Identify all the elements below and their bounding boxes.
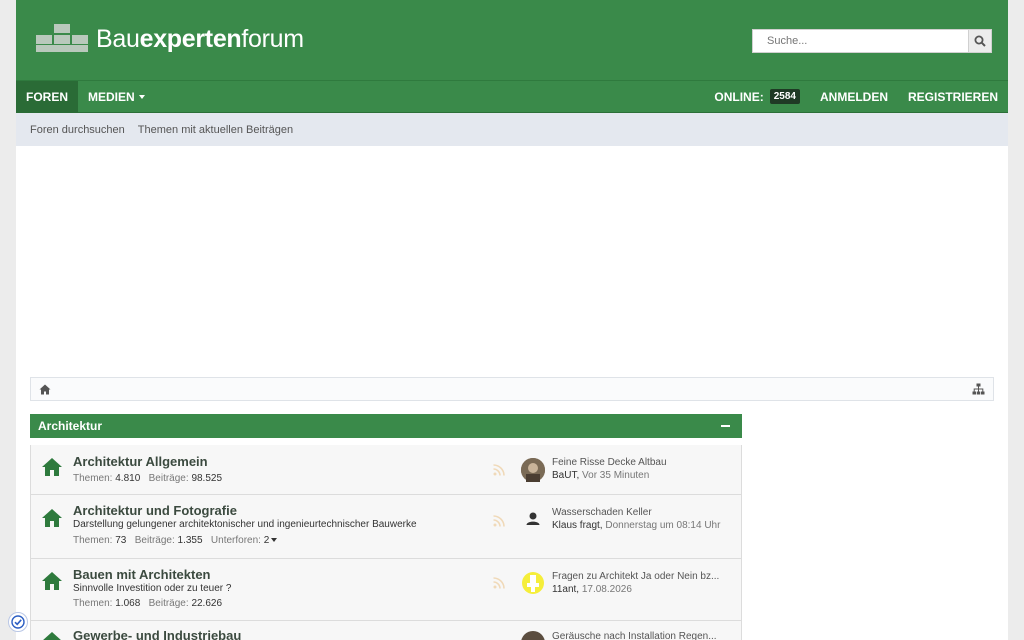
- nav-tab-foren-label: Foren: [26, 89, 68, 104]
- user-icon[interactable]: [521, 507, 545, 531]
- forum-list: Architektur Allgemein Themen: 4.810 Beit…: [30, 445, 742, 640]
- last-post-title[interactable]: Feine Risse Decke Altbau: [552, 457, 732, 468]
- collapse-icon[interactable]: [721, 425, 730, 427]
- stat-value: 22.626: [191, 598, 223, 609]
- stat-label: Beiträge:: [134, 535, 175, 546]
- forum-house-icon: [43, 632, 61, 640]
- site-logo[interactable]: Bauexpertenforum: [36, 24, 304, 54]
- forum-row: Architektur Allgemein Themen: 4.810 Beit…: [31, 445, 741, 495]
- chevron-down-icon[interactable]: [271, 538, 278, 543]
- forum-row: Architektur und Fotografie Darstellung g…: [31, 495, 741, 559]
- forum-title[interactable]: Architektur Allgemein: [73, 454, 208, 469]
- sub-nav: Foren durchsuchen Themen mit aktuellen B…: [16, 113, 1008, 146]
- forum-stats: Themen: 4.810 Beiträge: 98.525: [73, 473, 222, 484]
- search-input[interactable]: [752, 29, 968, 53]
- nav-tab-medien[interactable]: Medien: [78, 81, 155, 113]
- stat-value: 2: [263, 535, 270, 546]
- search-form: [752, 29, 992, 53]
- last-post-user[interactable]: Klaus fragt,: [552, 520, 603, 531]
- category-header: Architektur: [30, 414, 742, 438]
- category-architektur: Architektur Architektur Allgemein Themen…: [30, 414, 742, 640]
- logo-text-pre: Bau: [96, 24, 140, 53]
- rss-icon[interactable]: [493, 464, 505, 476]
- last-post-title[interactable]: Wasserschaden Keller: [552, 507, 732, 518]
- forum-description: Sinnvolle Investition oder zu teuer ?: [73, 583, 232, 594]
- last-post-title[interactable]: Fragen zu Architekt Ja oder Nein bz...: [552, 571, 732, 582]
- logo-text-post: forum: [241, 24, 304, 53]
- online-label: Online:: [714, 89, 764, 104]
- avatar[interactable]: [521, 631, 545, 640]
- main-nav: Foren Medien Online: 2584 Anmelden Regist…: [16, 80, 1008, 113]
- logo-text: Bauexpertenforum: [96, 25, 304, 54]
- sitemap-icon[interactable]: [972, 383, 985, 395]
- forum-title[interactable]: Bauen mit Architekten: [73, 567, 211, 582]
- stat-value: 4.810: [115, 473, 141, 484]
- avatar[interactable]: [521, 458, 545, 482]
- last-post-user[interactable]: 11ant,: [552, 584, 579, 595]
- user-silhouette-icon: [526, 512, 540, 525]
- subnav-recent-threads-link[interactable]: Themen mit aktuellen Beiträgen: [138, 124, 293, 136]
- page: Bauexpertenforum Foren Medien Online: 258…: [16, 0, 1008, 640]
- breadcrumb: [30, 377, 994, 401]
- avatar-photo-icon: [521, 458, 545, 482]
- stat-label: Beiträge:: [148, 598, 189, 609]
- stat-value: 98.525: [191, 473, 223, 484]
- privacy-check-icon: [11, 615, 25, 629]
- nav-right: Online: 2584 Anmelden Registrieren: [704, 81, 1008, 113]
- category-title[interactable]: Architektur: [38, 419, 102, 433]
- forum-title[interactable]: Gewerbe- und Industriebau: [73, 628, 241, 640]
- search-button[interactable]: [968, 29, 992, 53]
- forum-description: Darstellung gelungener architektonischer…: [73, 519, 417, 530]
- stat-value: 73: [115, 535, 127, 546]
- site-header: Bauexpertenforum: [16, 0, 1008, 81]
- stat-value: 1.355: [177, 535, 203, 546]
- forum-house-icon: [42, 509, 62, 527]
- last-post-meta: Klaus fragt, Donnerstag um 08:14 Uhr: [552, 520, 720, 531]
- logo-bricks-icon: [36, 24, 88, 54]
- forum-stats: Themen: 73 Beiträge: 1.355 Unterforen: 2: [73, 535, 278, 546]
- avatar[interactable]: [521, 571, 545, 595]
- stat-label: Themen:: [73, 535, 113, 546]
- nav-tab-medien-label: Medien: [88, 89, 135, 104]
- last-post-user[interactable]: BaUT,: [552, 470, 579, 481]
- last-post-time[interactable]: Donnerstag um 08:14 Uhr: [605, 520, 720, 531]
- avatar-yellow-icon: [522, 572, 544, 594]
- last-post-time[interactable]: 17.08.2026: [582, 584, 632, 595]
- home-icon[interactable]: [39, 384, 51, 395]
- logo-text-bold: experten: [139, 24, 242, 53]
- stat-label: Beiträge:: [148, 473, 189, 484]
- forum-title[interactable]: Architektur und Fotografie: [73, 503, 237, 518]
- last-post-meta: BaUT, Vor 35 Minuten: [552, 470, 649, 481]
- forum-stats: Themen: 1.068 Beiträge: 22.626: [73, 598, 222, 609]
- rss-icon[interactable]: [493, 577, 505, 589]
- login-label: Anmelden: [819, 89, 888, 104]
- last-post-time[interactable]: Vor 35 Minuten: [582, 470, 649, 481]
- online-count-badge: 2584: [769, 89, 800, 104]
- stat-label: Themen:: [73, 598, 113, 609]
- register-link[interactable]: Registrieren: [898, 81, 1008, 113]
- nav-tab-foren[interactable]: Foren: [16, 80, 78, 113]
- forum-row: Gewerbe- und Industriebau Geräusche nach…: [31, 621, 741, 640]
- forum-house-icon: [42, 458, 62, 476]
- rss-icon[interactable]: [493, 515, 505, 527]
- stat-value: 1.068: [115, 598, 141, 609]
- search-icon: [974, 35, 986, 47]
- subforums-toggle[interactable]: Unterforen:: [211, 535, 261, 546]
- last-post-title[interactable]: Geräusche nach Installation Regen...: [552, 631, 732, 640]
- privacy-settings-button[interactable]: [8, 612, 28, 632]
- forum-house-icon: [42, 572, 62, 590]
- forum-row: Bauen mit Architekten Sinnvolle Investit…: [31, 559, 741, 621]
- login-link[interactable]: Anmelden: [810, 81, 898, 113]
- last-post-meta: 11ant, 17.08.2026: [552, 584, 632, 595]
- online-users-link[interactable]: Online: 2584: [704, 81, 810, 113]
- stat-label: Themen:: [73, 473, 113, 484]
- register-label: Registrieren: [907, 89, 998, 104]
- chevron-down-icon: [138, 94, 145, 99]
- subnav-search-forums-link[interactable]: Foren durchsuchen: [30, 124, 125, 136]
